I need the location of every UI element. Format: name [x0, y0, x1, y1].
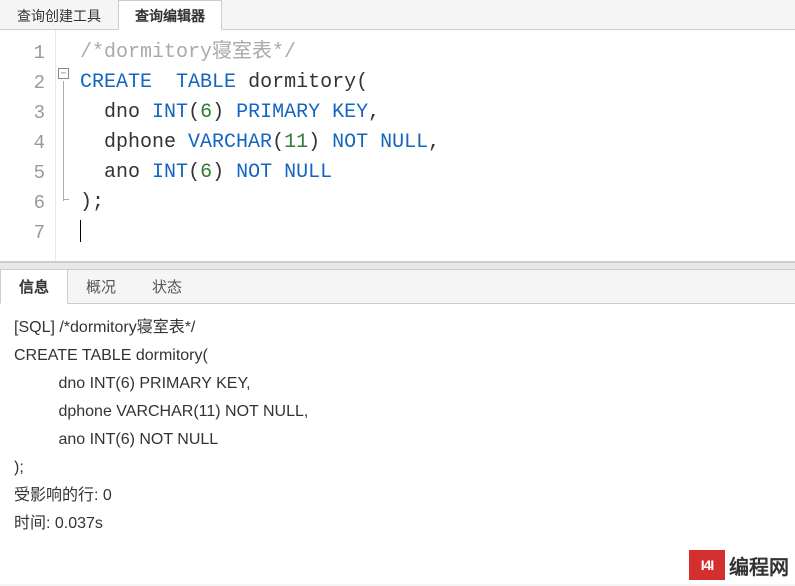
watermark-logo-icon: I4I	[689, 550, 725, 580]
tab-info[interactable]: 信息	[0, 269, 68, 304]
pane-divider[interactable]	[0, 262, 795, 270]
bottom-tabs: 信息 概况 状态	[0, 270, 795, 304]
code-content[interactable]: /*dormitory寝室表*/ CREATE TABLE dormitory(…	[76, 30, 795, 261]
tab-query-builder[interactable]: 查询创建工具	[0, 0, 118, 29]
tab-status[interactable]: 状态	[134, 270, 200, 303]
output-panel: [SQL] /*dormitory寝室表*/ CREATE TABLE dorm…	[0, 304, 795, 584]
tab-query-editor[interactable]: 查询编辑器	[118, 0, 222, 30]
fold-toggle-icon[interactable]: −	[58, 68, 69, 79]
watermark: I4I 编程网	[689, 550, 789, 580]
top-tabs: 查询创建工具 查询编辑器	[0, 0, 795, 30]
fold-column: −	[56, 30, 76, 261]
tab-profile[interactable]: 概况	[68, 270, 134, 303]
sql-editor[interactable]: 1 2 3 4 5 6 7 − /*dormitory寝室表*/ CREATE …	[0, 30, 795, 262]
output-text: [SQL] /*dormitory寝室表*/ CREATE TABLE dorm…	[14, 314, 781, 538]
line-gutter: 1 2 3 4 5 6 7	[0, 30, 56, 261]
watermark-label: 编程网	[729, 551, 789, 580]
